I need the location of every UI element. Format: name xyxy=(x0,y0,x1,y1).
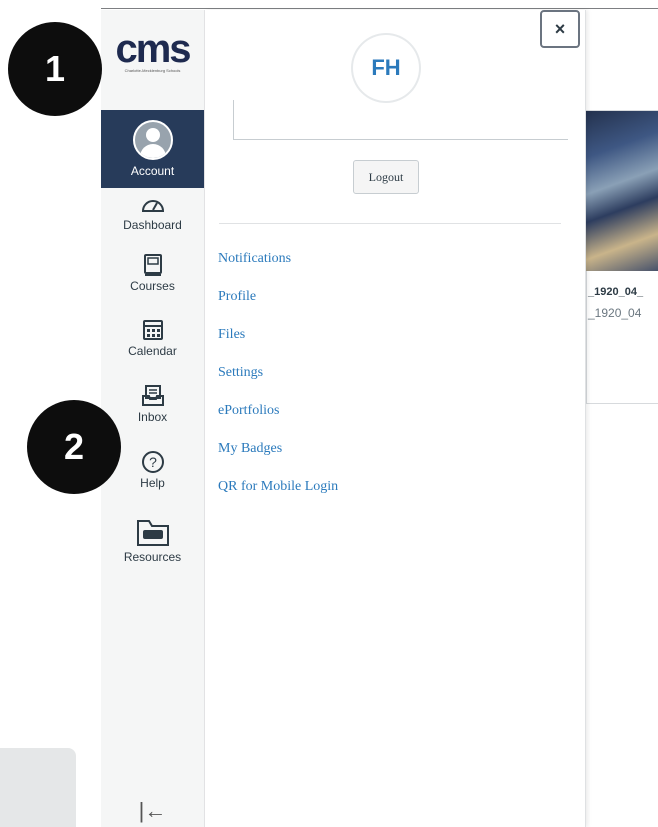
tray-divider xyxy=(219,223,561,224)
account-icon xyxy=(132,120,173,160)
course-card-image xyxy=(586,111,658,271)
nav-item-label: Dashboard xyxy=(123,218,182,232)
nav-item-label: Courses xyxy=(130,279,175,293)
inbox-icon xyxy=(141,385,164,406)
nav-item-label: Inbox xyxy=(137,410,168,424)
user-avatar: FH xyxy=(353,35,419,101)
calendar-icon xyxy=(142,320,163,340)
step-marker-2: 2 xyxy=(27,400,121,494)
course-card-title[interactable]: _1920_04_ xyxy=(588,286,643,298)
global-nav: cms Charlotte-Mecklenburg Schools Accoun… xyxy=(101,10,205,827)
background-panel xyxy=(0,748,76,827)
nav-item-label: Resources xyxy=(123,550,182,564)
nav-item-resources[interactable]: Resources xyxy=(101,518,204,564)
nav-item-courses[interactable]: Courses xyxy=(101,253,204,293)
cms-logo[interactable]: cms Charlotte-Mecklenburg Schools xyxy=(101,28,204,92)
tray-link-files[interactable]: Files xyxy=(218,324,338,362)
close-button[interactable]: × xyxy=(540,10,580,48)
logout-button[interactable]: Logout xyxy=(353,160,419,194)
tray-link-eportfolios[interactable]: ePortfolios xyxy=(218,400,338,438)
tray-link-notifications[interactable]: Notifications xyxy=(218,248,338,286)
step-marker-1: 1 xyxy=(8,22,102,116)
collapse-nav-icon[interactable]: |← xyxy=(101,798,204,824)
nav-item-calendar[interactable]: Calendar xyxy=(101,318,204,358)
nav-item-label: Help xyxy=(140,476,165,490)
tray-link-profile[interactable]: Profile xyxy=(218,286,338,324)
tray-link-qr-mobile-login[interactable]: QR for Mobile Login xyxy=(218,476,338,514)
nav-item-label: Account xyxy=(130,164,175,178)
dashboard-icon xyxy=(141,200,164,212)
user-name-field xyxy=(233,100,568,140)
nav-item-inbox[interactable]: Inbox xyxy=(101,384,204,424)
svg-text:?: ? xyxy=(149,454,157,470)
logo-text: cms xyxy=(115,27,191,71)
nav-item-dashboard[interactable]: Dashboard xyxy=(101,194,204,232)
nav-item-account[interactable]: Account xyxy=(101,110,204,188)
account-tray: × FH Logout Notifications Profile Files … xyxy=(205,10,586,827)
page-top-border xyxy=(101,8,658,9)
course-card-subtitle: _1920_04 xyxy=(588,306,642,320)
tray-link-my-badges[interactable]: My Badges xyxy=(218,438,338,476)
courses-icon xyxy=(143,254,162,276)
tray-link-settings[interactable]: Settings xyxy=(218,362,338,400)
help-icon: ? xyxy=(141,451,164,473)
nav-item-label: Calendar xyxy=(128,344,177,358)
tray-links: Notifications Profile Files Settings ePo… xyxy=(218,248,338,514)
resources-icon xyxy=(136,520,169,546)
